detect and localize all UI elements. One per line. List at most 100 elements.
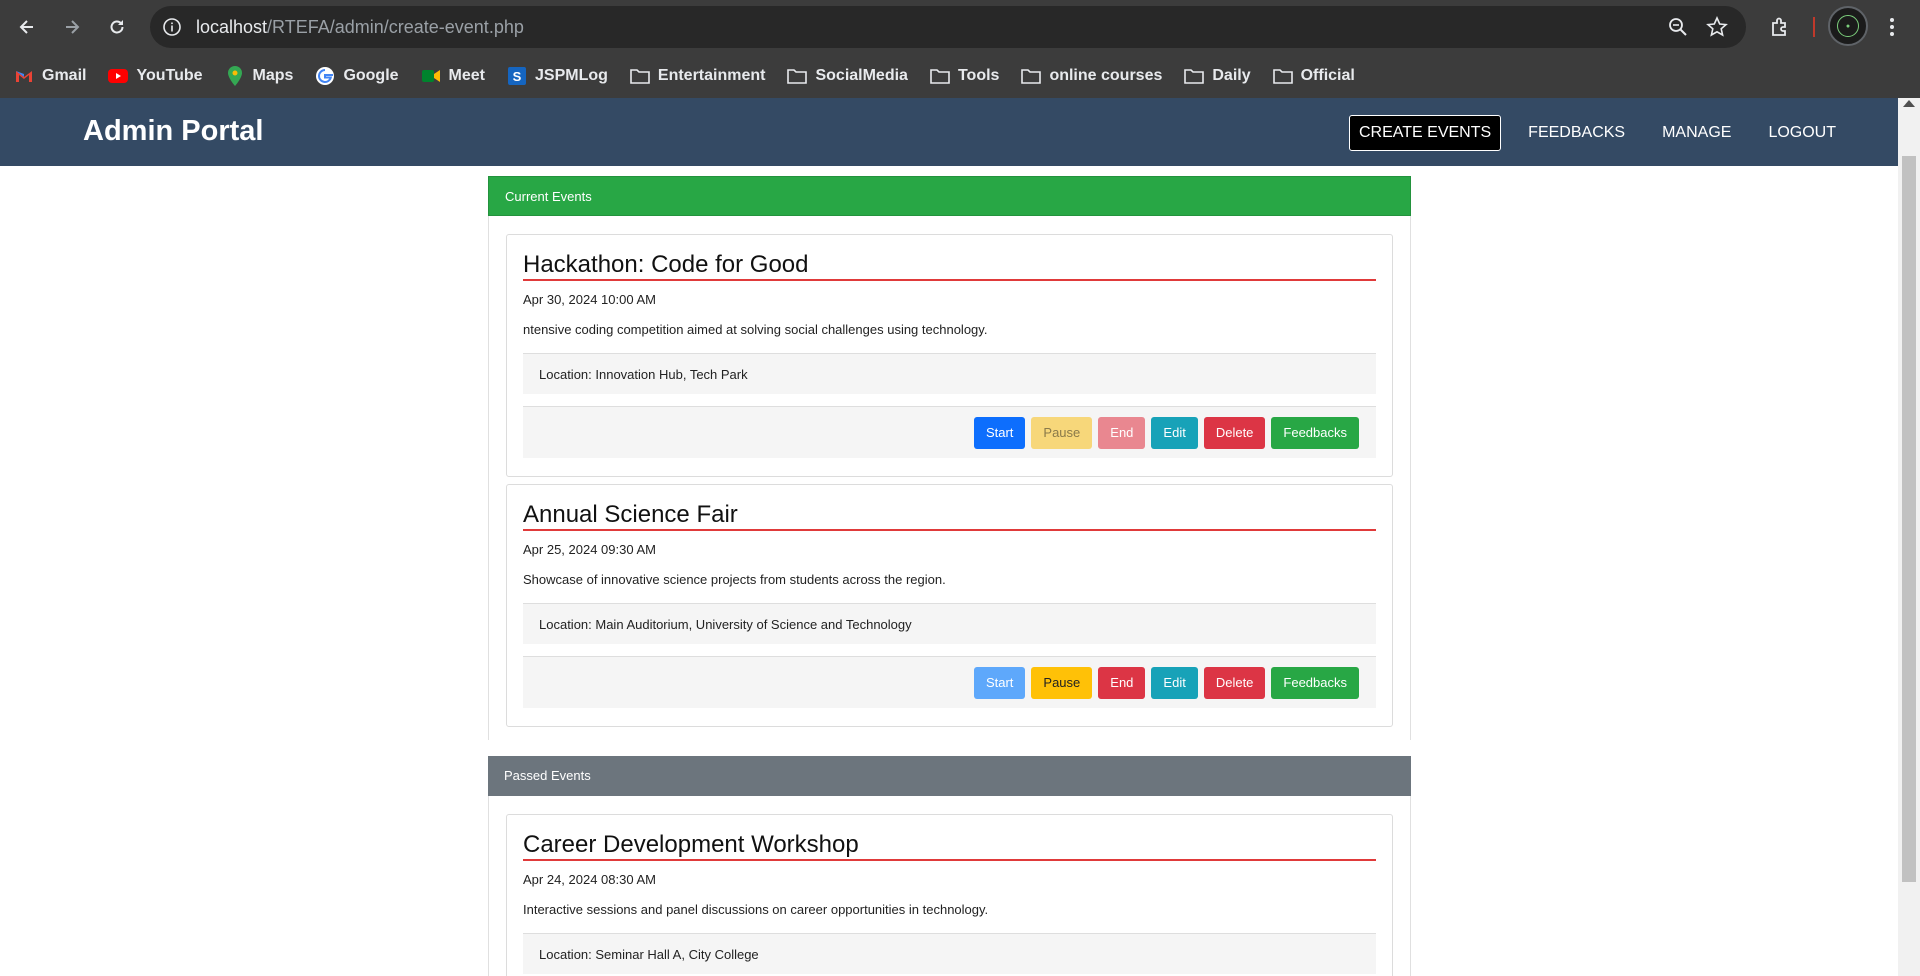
bookmark-meet[interactable]: Meet [421, 66, 485, 86]
bookmark-folder-official[interactable]: Official [1272, 66, 1355, 86]
nav-feedbacks[interactable]: FEEDBACKS [1518, 115, 1635, 151]
pause-button[interactable]: Pause [1031, 416, 1093, 449]
event-description: ntensive coding competition aimed at sol… [523, 322, 988, 337]
event-date: Apr 24, 2024 08:30 AM [523, 872, 656, 887]
event-title: Annual Science Fair [523, 501, 1376, 531]
google-icon [315, 66, 335, 86]
scroll-up-arrow-icon[interactable] [1903, 100, 1915, 107]
current-events-list: Hackathon: Code for Good Apr 30, 2024 10… [488, 216, 1411, 740]
browser-toolbar: localhost/RTEFA/admin/create-event.php ● [0, 0, 1920, 54]
delete-button[interactable]: Delete [1203, 416, 1266, 449]
youtube-icon [108, 66, 129, 86]
bookmark-label: Daily [1212, 67, 1251, 84]
reload-icon[interactable] [99, 9, 135, 45]
bookmark-maps[interactable]: Maps [225, 66, 294, 86]
bookmark-folder-entertainment[interactable]: Entertainment [630, 66, 766, 86]
avatar-logo-icon: ● [1837, 15, 1859, 37]
nav-manage[interactable]: MANAGE [1652, 115, 1741, 151]
edit-button[interactable]: Edit [1151, 416, 1198, 449]
feedbacks-button[interactable]: Feedbacks [1271, 416, 1359, 449]
passed-events-header: Passed Events [488, 756, 1411, 796]
bookmark-label: Official [1300, 67, 1355, 84]
pause-button[interactable]: Pause [1031, 666, 1093, 699]
forward-icon[interactable] [54, 9, 90, 45]
event-card: Career Development Workshop Apr 24, 2024… [506, 814, 1393, 976]
bookmark-gmail[interactable]: Gmail [14, 66, 86, 86]
event-actions: Start Pause End Edit Delete Feedbacks [523, 656, 1376, 708]
start-button[interactable]: Start [973, 416, 1026, 449]
event-title: Hackathon: Code for Good [523, 251, 1376, 281]
event-description: Showcase of innovative science projects … [523, 572, 946, 587]
back-icon[interactable] [9, 9, 45, 45]
gmail-icon [14, 66, 34, 86]
bookmark-label: Meet [448, 67, 485, 84]
svg-text:S: S [513, 69, 522, 84]
event-card: Hackathon: Code for Good Apr 30, 2024 10… [506, 234, 1393, 477]
event-location: Location: Seminar Hall A, City College [523, 933, 1376, 974]
browser-menu-icon[interactable] [1874, 9, 1910, 45]
bookmark-star-icon[interactable] [1706, 16, 1728, 38]
event-actions: Start Pause End Edit Delete Feedbacks [523, 406, 1376, 458]
bookmark-label: Maps [252, 67, 294, 84]
address-bar[interactable]: localhost/RTEFA/admin/create-event.php [150, 6, 1746, 48]
event-description: Interactive sessions and panel discussio… [523, 902, 989, 917]
folder-icon [1184, 66, 1205, 86]
bookmark-label: online courses [1049, 67, 1163, 84]
page-viewport: Admin Portal CREATE EVENTS FEEDBACKS MAN… [0, 98, 1920, 976]
profile-avatar[interactable]: ● [1828, 6, 1868, 46]
events-container: Current Events Hackathon: Code for Good … [488, 176, 1411, 976]
delete-button[interactable]: Delete [1203, 666, 1266, 699]
url-host: localhost [196, 17, 268, 37]
url-text[interactable]: localhost/RTEFA/admin/create-event.php [196, 17, 524, 38]
event-location: Location: Main Auditorium, University of… [523, 603, 1376, 644]
page-scrollbar[interactable] [1898, 98, 1920, 976]
event-date: Apr 30, 2024 10:00 AM [523, 292, 656, 307]
event-title: Career Development Workshop [523, 831, 1376, 861]
zoom-icon[interactable] [1668, 17, 1688, 37]
site-info-icon[interactable] [162, 17, 182, 37]
bookmark-label: Entertainment [657, 67, 766, 84]
folder-icon [630, 66, 650, 86]
nav-links: CREATE EVENTS FEEDBACKS MANAGE LOGOUT [1332, 115, 1846, 151]
url-path: /RTEFA/admin/create-event.php [267, 17, 524, 37]
brand-title[interactable]: Admin Portal [83, 115, 263, 148]
bookmark-label: Tools [957, 67, 1000, 84]
bookmark-jspmlog[interactable]: S JSPMLog [507, 66, 608, 86]
event-date: Apr 25, 2024 09:30 AM [523, 542, 656, 557]
bookmark-folder-socialmedia[interactable]: SocialMedia [787, 66, 908, 86]
bookmarks-bar: Gmail YouTube Maps Google Meet S JSPMLog… [0, 54, 1920, 98]
start-button[interactable]: Start [973, 666, 1026, 699]
folder-icon [930, 66, 950, 86]
browser-chrome: localhost/RTEFA/admin/create-event.php ●… [0, 0, 1920, 98]
admin-navbar: Admin Portal CREATE EVENTS FEEDBACKS MAN… [0, 98, 1898, 166]
event-card: Annual Science Fair Apr 25, 2024 09:30 A… [506, 484, 1393, 727]
bookmark-label: SocialMedia [815, 67, 908, 84]
bookmark-google[interactable]: Google [315, 66, 399, 86]
bookmark-youtube[interactable]: YouTube [108, 66, 203, 86]
end-button[interactable]: End [1098, 416, 1146, 449]
current-events-header: Current Events [488, 176, 1411, 216]
bookmark-folder-tools[interactable]: Tools [930, 66, 999, 86]
bookmark-label: YouTube [136, 67, 203, 84]
folder-icon [1021, 66, 1042, 86]
nav-logout[interactable]: LOGOUT [1758, 115, 1846, 151]
nav-create-events[interactable]: CREATE EVENTS [1349, 115, 1502, 151]
extensions-icon[interactable] [1762, 9, 1798, 45]
bookmark-folder-daily[interactable]: Daily [1184, 66, 1251, 86]
edit-button[interactable]: Edit [1151, 666, 1198, 699]
end-button[interactable]: End [1098, 666, 1146, 699]
folder-icon [787, 66, 808, 86]
bookmark-folder-online-courses[interactable]: online courses [1021, 66, 1162, 86]
folder-icon [1272, 66, 1293, 86]
toolbar-separator [1813, 17, 1815, 37]
scroll-thumb[interactable] [1902, 156, 1916, 882]
bookmark-label: Gmail [42, 67, 87, 84]
jspm-icon: S [507, 66, 527, 86]
bookmark-label: Google [343, 67, 399, 84]
passed-events-list: Career Development Workshop Apr 24, 2024… [488, 796, 1411, 976]
bookmark-label: JSPMLog [535, 67, 608, 84]
feedbacks-button[interactable]: Feedbacks [1271, 666, 1359, 699]
maps-icon [225, 66, 245, 86]
event-location: Location: Innovation Hub, Tech Park [523, 353, 1376, 394]
